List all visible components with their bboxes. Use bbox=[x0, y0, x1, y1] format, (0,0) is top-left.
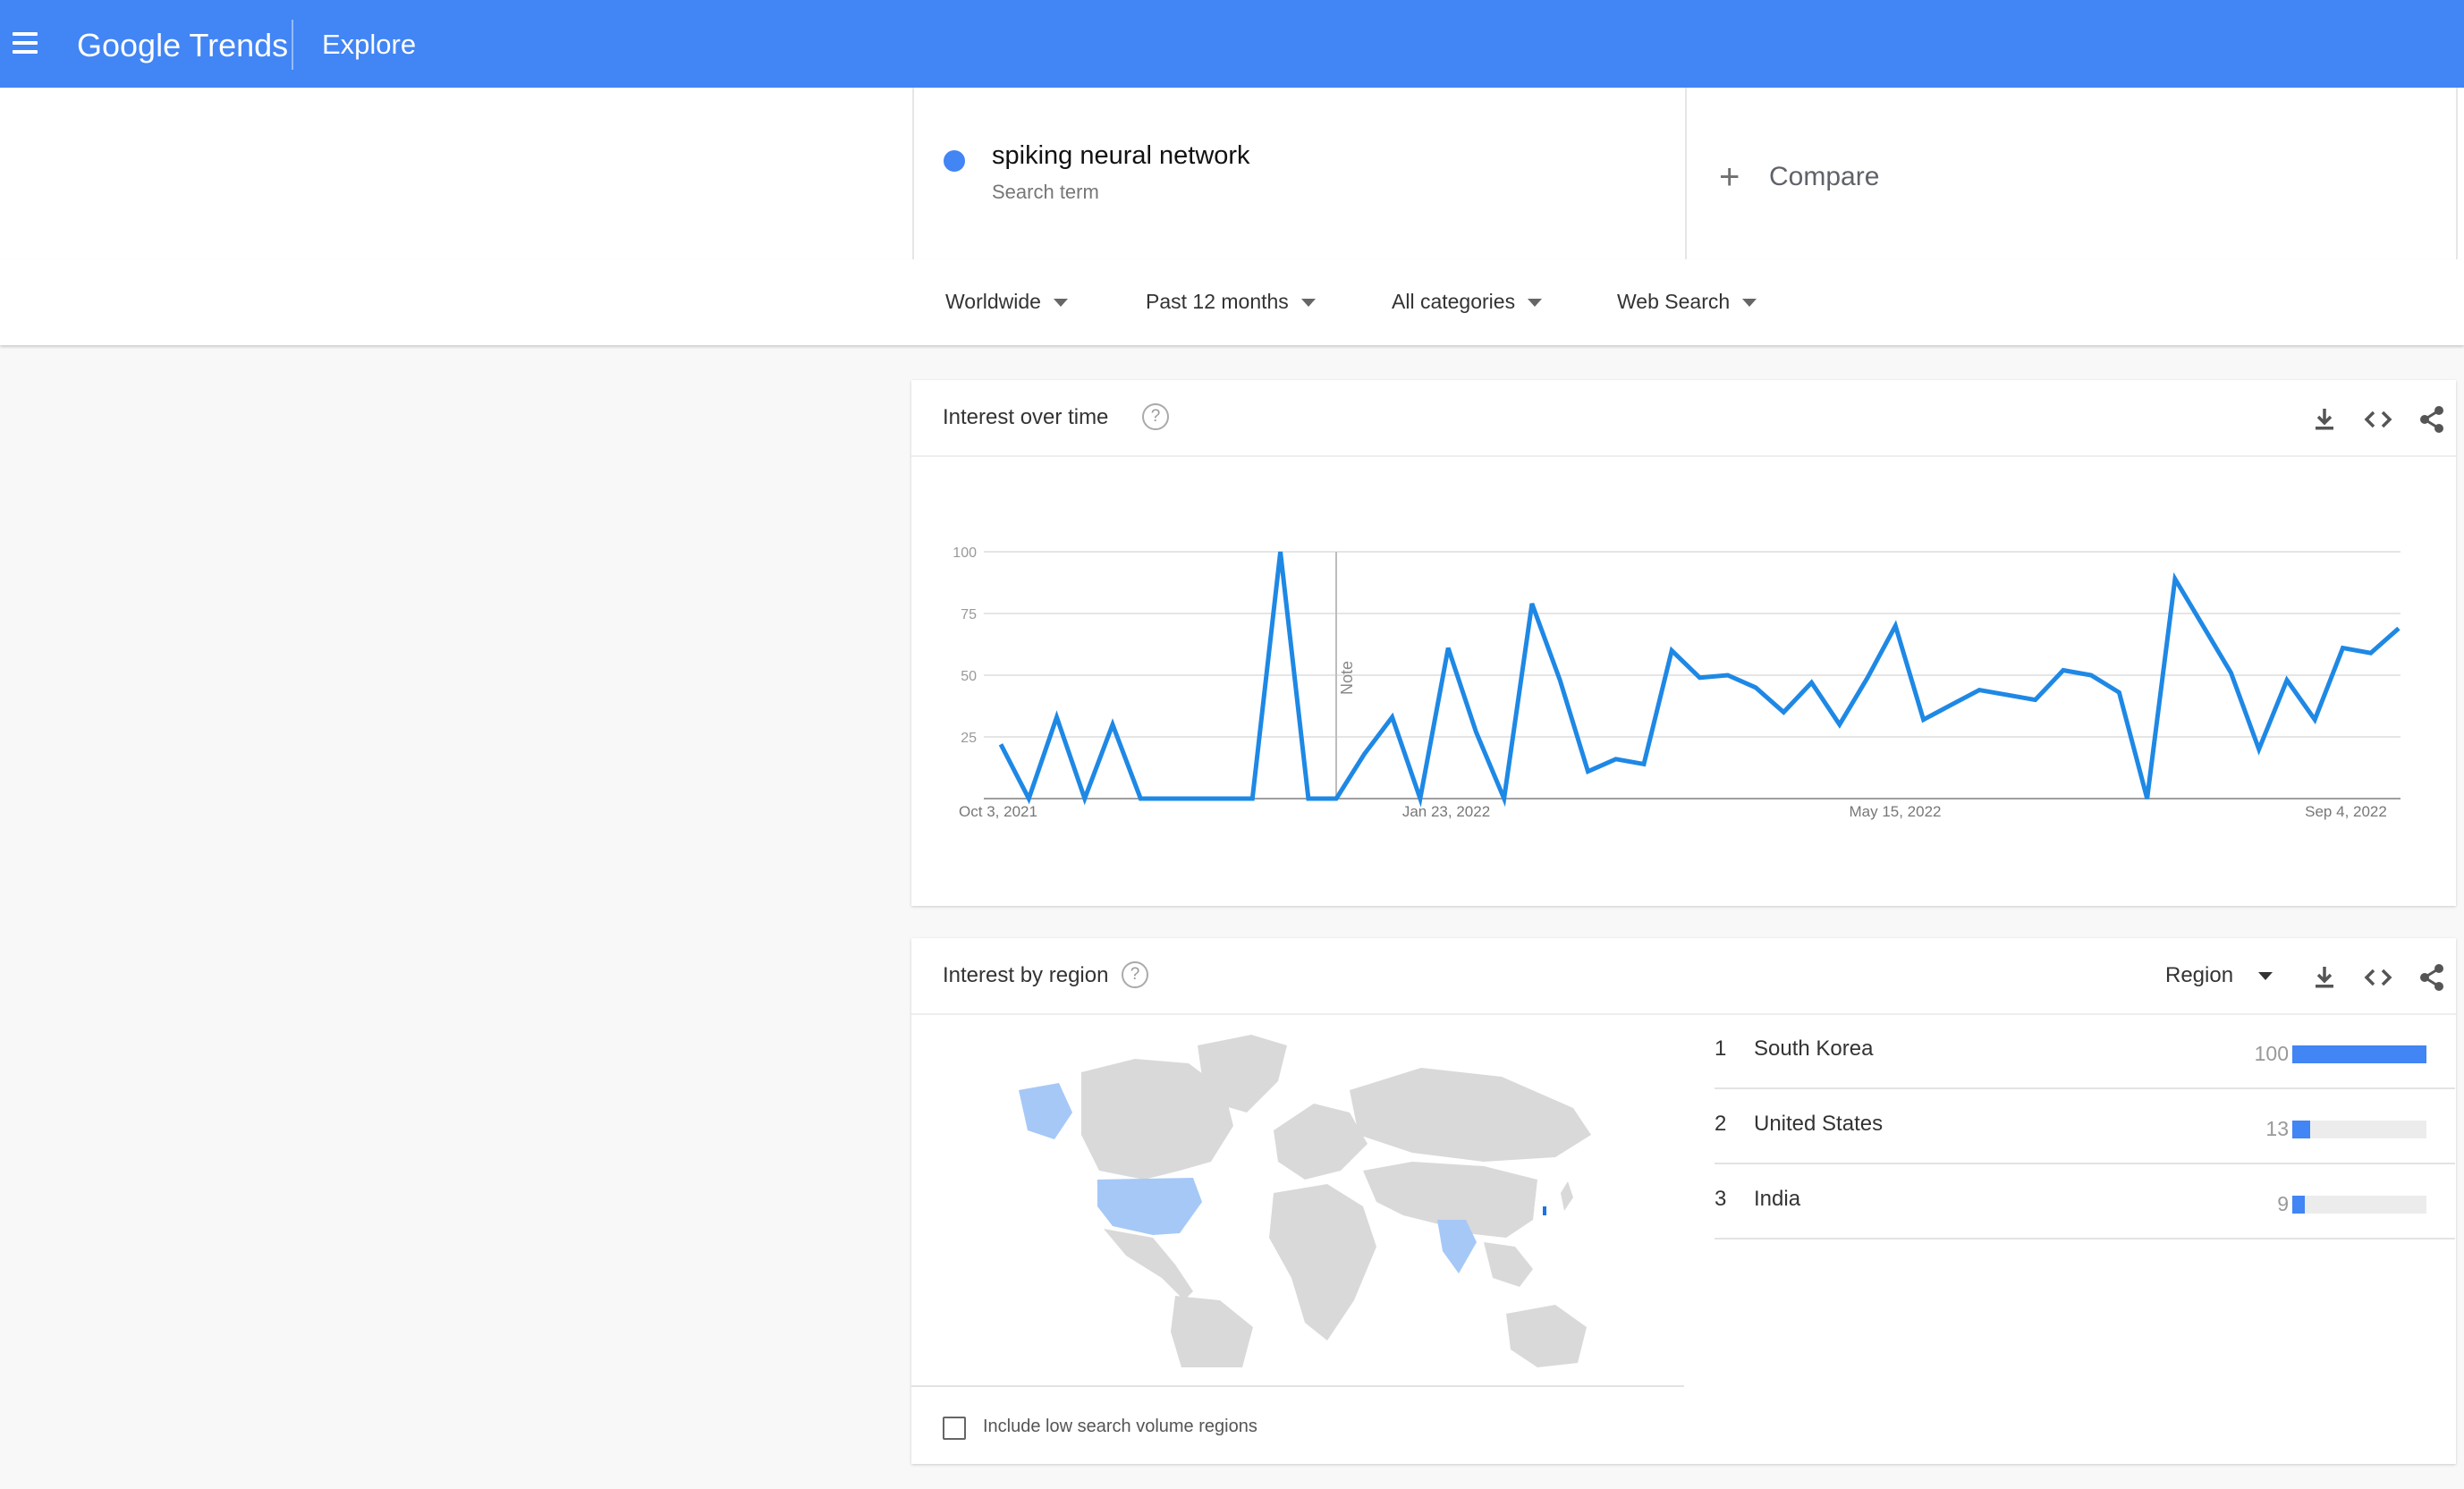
x-tick-label: Oct 3, 2021 bbox=[959, 803, 1037, 820]
share-icon[interactable] bbox=[2414, 960, 2450, 995]
region-value: 100 bbox=[2254, 1042, 2289, 1065]
map-japan bbox=[1561, 1181, 1573, 1211]
region-value: 13 bbox=[2265, 1117, 2289, 1140]
embed-code-icon[interactable] bbox=[2360, 402, 2396, 437]
map-alaska bbox=[1019, 1083, 1072, 1139]
map-southeast-asia bbox=[1484, 1242, 1533, 1287]
interest-by-region-title: Interest by region bbox=[943, 963, 1109, 987]
search-type-filter-label: Web Search bbox=[1617, 290, 1731, 313]
help-icon[interactable]: ? bbox=[1142, 403, 1169, 430]
help-icon[interactable]: ? bbox=[1122, 961, 1148, 988]
download-icon[interactable] bbox=[2307, 402, 2342, 437]
dropdown-caret-icon bbox=[1300, 299, 1316, 308]
map-mexico bbox=[1104, 1229, 1193, 1300]
region-rank: 1 bbox=[1715, 1036, 1727, 1061]
search-term-subtitle: Search term bbox=[992, 181, 1099, 203]
region-value-bar bbox=[2292, 1045, 2426, 1063]
plus-icon: + bbox=[1719, 157, 1740, 197]
region-name[interactable]: South Korea bbox=[1754, 1036, 1873, 1062]
y-tick-label: 75 bbox=[961, 607, 977, 622]
region-name[interactable]: India bbox=[1754, 1187, 1800, 1212]
map-europe bbox=[1274, 1104, 1367, 1180]
region-value: 9 bbox=[2277, 1192, 2289, 1215]
time-range-filter-label: Past 12 months bbox=[1146, 290, 1289, 313]
interest-over-time-title: Interest over time bbox=[943, 405, 1109, 429]
x-tick-label: May 15, 2022 bbox=[1849, 803, 1941, 820]
low-volume-label: Include low search volume regions bbox=[983, 1417, 1257, 1436]
map-africa bbox=[1269, 1184, 1376, 1341]
compare-label: Compare bbox=[1769, 162, 1880, 191]
y-tick-label: 50 bbox=[961, 669, 977, 684]
region-value-bar-fill bbox=[2292, 1045, 2426, 1063]
region-value-bar-fill bbox=[2292, 1121, 2310, 1138]
region-resolution-dropdown[interactable]: Region bbox=[2165, 963, 2273, 988]
search-term-name[interactable]: spiking neural network bbox=[992, 141, 1250, 171]
map-footer-divider bbox=[911, 1385, 1684, 1387]
interest-over-time-card: Interest over time ? 100 75 50 25 Oct 3, 202… bbox=[911, 380, 2456, 906]
filter-bar: Worldwide Past 12 months All categories … bbox=[0, 259, 2464, 345]
time-range-filter[interactable]: Past 12 months bbox=[1146, 290, 1316, 314]
dropdown-caret-icon bbox=[1528, 299, 1543, 308]
map-russia bbox=[1350, 1068, 1591, 1162]
map-south-korea bbox=[1543, 1206, 1546, 1215]
region-row[interactable]: 3 India 9 bbox=[1715, 1163, 2455, 1239]
search-type-filter[interactable]: Web Search bbox=[1617, 290, 1757, 314]
region-value-bar bbox=[2292, 1196, 2426, 1214]
y-tick-label: 25 bbox=[961, 731, 977, 746]
region-name[interactable]: United States bbox=[1754, 1112, 1883, 1137]
region-row[interactable]: 1 South Korea 100 bbox=[1715, 1013, 2455, 1089]
map-south-america bbox=[1171, 1296, 1253, 1367]
share-icon[interactable] bbox=[2414, 402, 2450, 437]
card-header: Interest by region ? Region bbox=[911, 938, 2456, 1015]
region-value-bar-fill bbox=[2292, 1196, 2305, 1214]
location-filter-label: Worldwide bbox=[945, 290, 1041, 313]
search-term-panel: spiking neural network Search term + Com… bbox=[0, 88, 2464, 261]
world-map[interactable] bbox=[1019, 1028, 1600, 1367]
x-tick-label: Sep 4, 2022 bbox=[2305, 803, 2387, 820]
location-filter[interactable]: Worldwide bbox=[945, 290, 1068, 314]
dropdown-caret-icon bbox=[1742, 299, 1757, 308]
region-row[interactable]: 2 United States 13 bbox=[1715, 1088, 2455, 1164]
interest-by-region-card: Interest by region ? Region 1 South Kore… bbox=[911, 938, 2456, 1464]
panel-divider bbox=[2456, 88, 2458, 259]
region-value-bar bbox=[2292, 1121, 2426, 1138]
card-header: Interest over time ? bbox=[911, 380, 2456, 457]
dropdown-caret-icon bbox=[1053, 299, 1068, 308]
map-united-states bbox=[1097, 1178, 1202, 1235]
y-tick-label: 100 bbox=[953, 546, 977, 561]
dropdown-caret-icon bbox=[2258, 972, 2273, 981]
region-rank: 3 bbox=[1715, 1187, 1727, 1211]
region-rank: 2 bbox=[1715, 1112, 1727, 1136]
top-app-bar: Google Trends Explore bbox=[0, 0, 2464, 88]
category-filter-label: All categories bbox=[1392, 290, 1516, 313]
x-tick-label: Jan 23, 2022 bbox=[1402, 803, 1490, 820]
category-filter[interactable]: All categories bbox=[1392, 290, 1543, 314]
page-title: Explore bbox=[322, 29, 417, 60]
google-trends-logo[interactable]: Google Trends bbox=[77, 23, 288, 68]
header-divider bbox=[292, 20, 293, 70]
low-volume-checkbox[interactable] bbox=[943, 1417, 966, 1440]
search-term-card[interactable]: spiking neural network Search term bbox=[912, 88, 1687, 259]
term-color-dot bbox=[944, 150, 965, 172]
embed-code-icon[interactable] bbox=[2360, 960, 2396, 995]
region-resolution-label: Region bbox=[2165, 963, 2234, 987]
note-label[interactable]: Note bbox=[1338, 661, 1356, 695]
download-icon[interactable] bbox=[2307, 960, 2342, 995]
interest-over-time-chart[interactable]: 100 75 50 25 Oct 3, 2021 Jan 23, 2022 May 15, … bbox=[911, 455, 2456, 906]
map-australia bbox=[1506, 1305, 1587, 1367]
menu-icon[interactable] bbox=[13, 32, 39, 54]
